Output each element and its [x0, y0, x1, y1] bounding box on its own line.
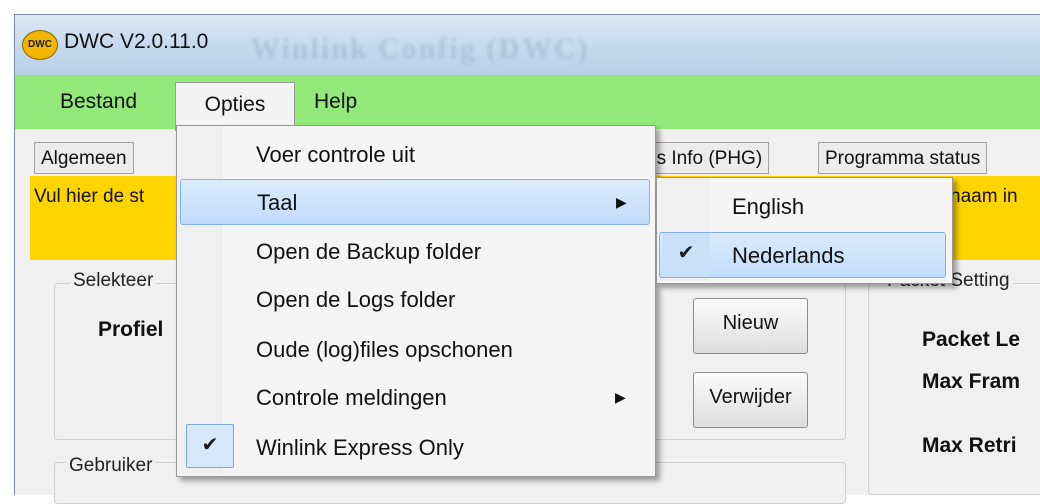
users-group-legend: Gebruiker	[66, 455, 156, 477]
submenu-arrow-icon: ▶	[616, 194, 627, 210]
menu-item-label: Controle meldingen	[256, 385, 447, 410]
menu-item-oude-logfiles-opschonen[interactable]: Oude (log)files opschonen	[178, 327, 652, 371]
submenu-arrow-icon: ▶	[615, 389, 626, 405]
menu-item-label: Open de Backup folder	[256, 239, 482, 264]
banner-text-left: Vul hier de st	[34, 186, 145, 207]
profile-group-legend: Selekteer	[70, 270, 157, 292]
title-bar-background-text: Winlink Config (DWC)	[250, 32, 590, 65]
menu-item-taal[interactable]: Taal ▶	[180, 179, 650, 225]
window-title: DWC V2.0.11.0	[64, 30, 209, 53]
app-logo-icon: DWC	[22, 30, 58, 60]
delete-button[interactable]: Verwijder	[693, 372, 808, 428]
menu-item-label: Voer controle uit	[256, 142, 415, 167]
menu-item-label: Winlink Express Only	[256, 435, 464, 460]
tab-stations-info-phg[interactable]: ns Info (PHG)	[640, 142, 770, 174]
menu-bar	[15, 75, 1040, 129]
submenu-item-english[interactable]: English	[658, 184, 948, 228]
menu-item-voer-controle-uit[interactable]: Voer controle uit	[178, 134, 652, 176]
menu-opties[interactable]: Opties	[175, 82, 295, 131]
submenu-item-label: English	[732, 194, 805, 219]
tab-algemeen[interactable]: Algemeen	[34, 142, 134, 174]
check-icon: ✔	[662, 233, 710, 277]
menu-item-open-logs-folder[interactable]: Open de Logs folder	[178, 277, 652, 321]
menu-item-controle-meldingen[interactable]: Controle meldingen ▶	[178, 375, 652, 419]
packet-length-label: Packet Le	[922, 328, 1021, 351]
menu-item-label: Oude (log)files opschonen	[256, 337, 513, 362]
max-retries-label: Max Retri	[922, 434, 1017, 457]
menu-bestand[interactable]: Bestand	[60, 85, 137, 119]
menu-item-open-backup-folder[interactable]: Open de Backup folder	[178, 229, 652, 273]
menu-item-winlink-express-only[interactable]: ✔ Winlink Express Only	[178, 424, 652, 470]
menu-item-label: Open de Logs folder	[256, 287, 456, 312]
profile-label: Profiel	[98, 318, 164, 341]
menu-help[interactable]: Help	[314, 85, 357, 119]
tab-programma-status[interactable]: Programma status	[818, 142, 988, 174]
submenu-item-label: Nederlands	[732, 243, 845, 268]
banner-text-right: naam in	[950, 186, 1018, 207]
submenu-item-nederlands[interactable]: ✔ Nederlands	[659, 232, 946, 278]
new-button[interactable]: Nieuw	[693, 298, 808, 354]
menu-item-label: Taal	[257, 190, 298, 215]
check-icon: ✔	[186, 424, 234, 468]
max-frames-label: Max Fram	[922, 370, 1021, 393]
